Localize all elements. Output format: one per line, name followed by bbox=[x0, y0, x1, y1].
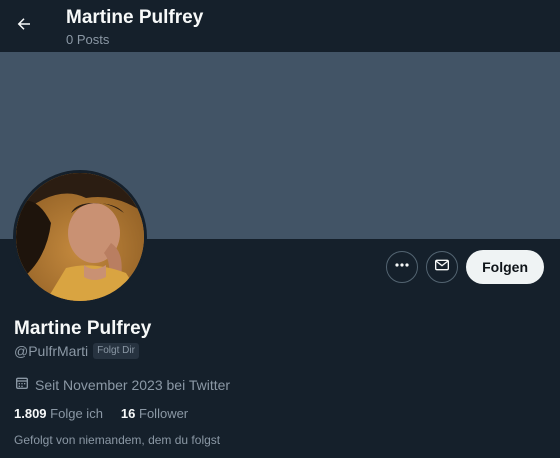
envelope-icon bbox=[434, 257, 450, 278]
followers-count: 16 bbox=[120, 406, 136, 421]
joined-text: Seit November 2023 bei Twitter bbox=[35, 376, 231, 393]
profile-actions: Folgen bbox=[386, 250, 544, 284]
followers-label: Follower bbox=[139, 406, 189, 421]
page-title: Martine Pulfrey bbox=[66, 7, 204, 28]
arrow-left-icon bbox=[15, 15, 33, 38]
following-count: 1.809 bbox=[14, 406, 47, 421]
message-button[interactable] bbox=[426, 251, 459, 283]
calendar-icon bbox=[14, 375, 30, 394]
followers-link[interactable]: 16 Follower bbox=[121, 406, 188, 421]
joined-date: Seit November 2023 bei Twitter bbox=[14, 375, 544, 394]
more-dots-icon bbox=[394, 257, 410, 278]
more-button[interactable] bbox=[386, 251, 419, 283]
avatar-photo bbox=[16, 173, 144, 301]
back-button[interactable] bbox=[8, 10, 40, 42]
profile-info: Martine Pulfrey @PulfrMarti Folgt Dir Se… bbox=[14, 318, 544, 447]
top-bar: Martine Pulfrey 0 Posts bbox=[0, 0, 560, 52]
post-count: 0 Posts bbox=[66, 32, 110, 47]
followed-by-text: Gefolgt von niemandem, dem du folgst bbox=[14, 433, 221, 447]
handle-row: @PulfrMarti Folgt Dir bbox=[14, 343, 544, 359]
display-name: Martine Pulfrey bbox=[14, 318, 152, 339]
avatar[interactable] bbox=[13, 170, 147, 304]
header-title-group: Martine Pulfrey 0 Posts bbox=[66, 7, 203, 48]
user-handle: @PulfrMarti bbox=[14, 343, 89, 359]
following-label: Folge ich bbox=[50, 406, 103, 421]
follow-stats: 1.809 Folge ich 16 Follower bbox=[14, 406, 544, 421]
follow-button[interactable]: Folgen bbox=[466, 250, 544, 284]
follows-you-badge: Folgt Dir bbox=[93, 343, 139, 359]
following-link[interactable]: 1.809 Folge ich bbox=[14, 406, 103, 421]
